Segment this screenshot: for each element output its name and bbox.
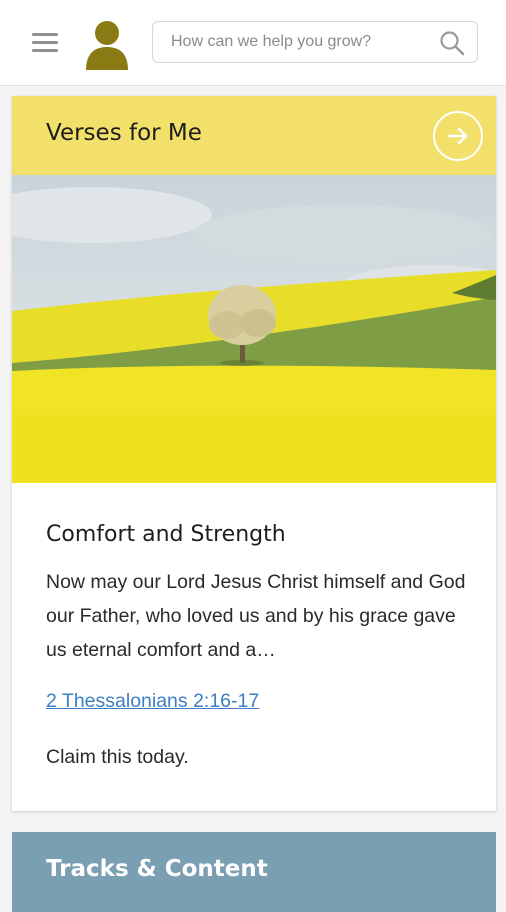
arrow-right-button[interactable]: [433, 111, 483, 161]
verses-card: Verses for Me Comfort and Strength Now m…: [12, 96, 496, 811]
verse-title: Comfort and Strength: [46, 522, 286, 547]
verses-card-title: Verses for Me: [46, 120, 202, 146]
search-input[interactable]: [171, 22, 431, 62]
menu-icon[interactable]: [32, 33, 58, 53]
arrow-right-icon: [447, 127, 468, 145]
verse-text: Now may our Lord Jesus Christ himself an…: [46, 571, 466, 661]
hero-image: [12, 175, 496, 483]
claim-text: Claim this today.: [46, 746, 189, 768]
top-bar: [0, 0, 506, 86]
search-icon[interactable]: [439, 30, 465, 56]
tracks-card[interactable]: Tracks & Content: [12, 832, 496, 912]
tracks-card-title: Tracks & Content: [46, 856, 268, 882]
verses-card-header: Verses for Me: [12, 96, 496, 175]
search-box: [152, 21, 478, 63]
verse-reference-link[interactable]: 2 Thessalonians 2:16-17: [46, 690, 259, 713]
avatar-icon[interactable]: [84, 20, 130, 70]
